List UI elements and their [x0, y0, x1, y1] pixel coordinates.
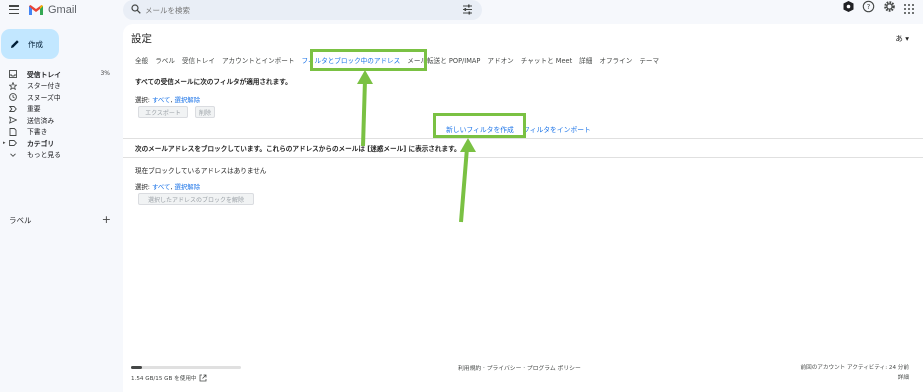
svg-text:?: ? [867, 3, 871, 11]
sidebar-item-categories[interactable]: ▸ カテゴリ [0, 137, 118, 149]
blocked-empty-text: 現在ブロックしているアドレスはありません [135, 167, 267, 175]
sidebar-item-snoozed[interactable]: スヌーズ中 [0, 91, 118, 103]
sidebar-item-starred[interactable]: スター付き [0, 80, 118, 92]
labels-heading: ラベル [9, 216, 32, 225]
main-menu-icon[interactable] [9, 5, 19, 14]
tab-offline[interactable]: オフライン [599, 55, 632, 67]
select-prefix: 選択: [135, 183, 150, 191]
settings-gear-icon[interactable] [883, 0, 896, 13]
compose-label: 作成 [28, 40, 43, 49]
page-title: 設定 [131, 33, 152, 45]
select-all-link[interactable]: すべて [152, 96, 170, 104]
input-tools-button[interactable]: あ ▾ [895, 33, 909, 44]
sidebar-item-more[interactable]: もっと見る [0, 149, 118, 161]
brand-name[interactable]: Gmail [48, 4, 77, 16]
select-prefix: 選択: [135, 96, 150, 104]
annotation-arrow-up-icon [459, 138, 476, 223]
sidebar-item-drafts[interactable]: 下書き [0, 126, 118, 138]
sidebar-item-label: 受信トレイ [27, 70, 61, 79]
sidebar-item-label: 重要 [27, 105, 41, 114]
help-icon[interactable]: ? [862, 0, 875, 13]
draft-icon [9, 127, 17, 136]
select-none-link[interactable]: 選択解除 [175, 183, 201, 191]
unblock-selected-button[interactable]: 選択したアドレスのブロックを解除 [138, 193, 254, 205]
last-activity-text: 前回のアカウント アクティビティ: 24 分前 [800, 365, 909, 371]
search-input[interactable] [145, 2, 445, 18]
sidebar-item-label: もっと見る [27, 151, 61, 160]
apps-grid-icon[interactable] [904, 4, 914, 14]
search-bar[interactable] [123, 0, 482, 20]
expand-arrow-icon[interactable]: ▸ [3, 140, 6, 146]
important-icon [9, 105, 17, 112]
tab-themes[interactable]: テーマ [639, 55, 659, 67]
chevron-down-icon [10, 152, 16, 157]
activity-details-link[interactable]: 詳細 [801, 373, 909, 383]
storage-bar-fill [131, 366, 143, 369]
sidebar-item-label: 送信済み [27, 116, 55, 125]
delete-button[interactable]: 削除 [195, 106, 215, 118]
status-icon[interactable] [842, 0, 855, 13]
select-all-link[interactable]: すべて [152, 183, 170, 191]
section-divider [123, 138, 923, 139]
export-button[interactable]: エクスポート [138, 106, 188, 118]
sidebar-nav: 受信トレイ 3% スター付き スヌーズ中 重要 送信済み 下書き ▸ カテゴリ … [0, 68, 118, 160]
tab-labels[interactable]: ラベル [155, 55, 175, 67]
sidebar-item-label: スター付き [27, 82, 61, 91]
tab-inbox[interactable]: 受信トレイ [182, 55, 215, 67]
import-filters-link[interactable]: フィルタをインポート [523, 124, 591, 134]
sidebar-item-label: カテゴリ [27, 139, 55, 148]
compose-button[interactable]: 作成 [1, 29, 59, 59]
sidebar-item-inbox[interactable]: 受信トレイ 3% [0, 68, 118, 80]
labels-section: ラベル + [9, 213, 111, 226]
inbox-icon [9, 70, 17, 78]
gmail-logo-icon[interactable] [28, 4, 44, 16]
inbox-count: 3% [100, 70, 110, 78]
sidebar-item-sent[interactable]: 送信済み [0, 114, 118, 126]
blocked-select-row: 選択: すべて, 選択解除 [135, 183, 201, 191]
tab-addons[interactable]: アドオン [487, 55, 513, 67]
label-icon [9, 140, 17, 146]
sidebar-item-label: 下書き [27, 128, 48, 137]
tab-accounts-import[interactable]: アカウントとインポート [222, 55, 295, 67]
search-icon[interactable] [131, 4, 141, 14]
storage-bar [131, 366, 241, 369]
search-options-icon[interactable] [462, 4, 473, 15]
sidebar-item-important[interactable]: 重要 [0, 103, 118, 115]
add-label-icon[interactable]: + [102, 213, 111, 226]
annotation-highlight-create-filter [433, 113, 526, 138]
filters-heading: すべての受信メールに次のフィルタが適用されます。 [135, 78, 292, 86]
external-link-icon[interactable] [199, 374, 207, 382]
section-divider [123, 157, 923, 158]
tab-chat-meet[interactable]: チャットと Meet [521, 55, 572, 67]
footer-activity: 前回のアカウント アクティビティ: 24 分前 詳細 [801, 363, 909, 383]
footer-policy-links[interactable]: 利用規約 · プライバシー · プログラム ポリシー [458, 363, 581, 372]
annotation-arrow-up-icon [357, 70, 373, 147]
blocked-heading: 次のメールアドレスをブロックしています。これらのアドレスからのメールは [迷惑メ… [135, 145, 461, 153]
star-icon [9, 81, 17, 90]
filters-select-row: 選択: すべて, 選択解除 [135, 96, 201, 104]
storage-usage-text: 1.54 GB/15 GB を使用中 [131, 376, 197, 382]
send-icon [9, 116, 17, 124]
tab-advanced[interactable]: 詳細 [579, 55, 592, 67]
tab-general[interactable]: 全般 [135, 55, 148, 67]
clock-icon [9, 93, 17, 101]
top-bar: Gmail ? [0, 0, 923, 20]
sidebar-item-label: スヌーズ中 [27, 93, 61, 102]
select-none-link[interactable]: 選択解除 [175, 96, 201, 104]
settings-panel: 設定 あ ▾ 全般 ラベル 受信トレイ アカウントとインポート フィルタとブロッ… [123, 24, 923, 392]
pencil-icon [11, 40, 19, 48]
